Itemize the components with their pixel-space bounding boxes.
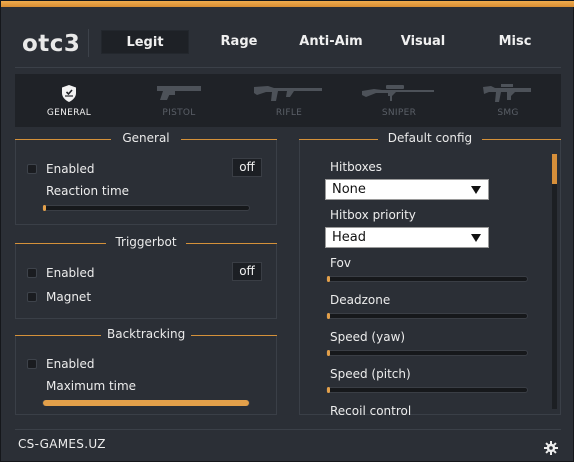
weapon-tab-label: SNIPER (381, 108, 417, 118)
recoil-control-label: Recoil control (330, 404, 412, 418)
magnet-checkbox[interactable] (27, 292, 37, 302)
hitboxes-label: Hitboxes (330, 160, 383, 174)
fov-slider[interactable] (326, 276, 528, 282)
dropdown-arrow-icon (471, 186, 481, 194)
deadzone-label: Deadzone (330, 293, 391, 307)
slider-fill (43, 400, 249, 406)
weapon-tab-general[interactable]: GENERAL (19, 74, 119, 127)
weapon-tab-label: GENERAL (46, 108, 92, 118)
scrollbar-thumb[interactable] (552, 154, 557, 184)
tab-visual[interactable]: Visual (383, 30, 463, 54)
magnet-label: Magnet (46, 290, 92, 304)
sniper-icon (349, 83, 449, 103)
reaction-time-slider[interactable] (42, 205, 250, 211)
hitbox-priority-dropdown[interactable]: Head (325, 227, 489, 248)
group-title: Backtracking (101, 327, 191, 341)
header: otc3 Legit Rage Anti-Aim Visual Misc (1, 7, 573, 67)
hitbox-priority-label: Hitbox priority (330, 208, 416, 222)
triggerbot-group (15, 243, 277, 319)
weapon-tab-pistol[interactable]: PISTOL (129, 74, 229, 127)
group-title: Default config (378, 131, 482, 145)
weapon-tab-sniper[interactable]: SNIPER (349, 74, 449, 127)
weapon-tab-smg[interactable]: SMG (458, 74, 558, 127)
triggerbot-keybind-button[interactable]: off (232, 262, 262, 281)
config-scrollbar[interactable] (552, 154, 557, 409)
shield-icon (19, 83, 119, 103)
triggerbot-enabled-label: Enabled (46, 266, 95, 280)
slider-knob (327, 313, 330, 319)
footer-site-text: CS-GAMES.UZ (18, 437, 106, 451)
group-title: Triggerbot (106, 235, 186, 249)
app-logo: otc3 (22, 31, 81, 57)
smg-icon (458, 83, 558, 103)
weapon-tab-rifle[interactable]: RIFLE (239, 74, 339, 127)
general-group (15, 139, 277, 225)
weapon-tab-label: SMG (497, 108, 519, 118)
pistol-icon (129, 83, 229, 103)
reaction-time-label: Reaction time (46, 184, 130, 198)
speed-yaw-slider[interactable] (326, 350, 528, 356)
gear-icon[interactable] (544, 440, 558, 455)
triggerbot-enabled-checkbox[interactable] (27, 268, 37, 278)
logo-divider (88, 29, 89, 57)
header-divider (15, 67, 561, 68)
rifle-icon (239, 83, 339, 103)
general-keybind-button[interactable]: off (232, 158, 262, 177)
slider-knob (327, 387, 330, 393)
maximum-time-slider[interactable] (42, 400, 250, 406)
speed-yaw-label: Speed (yaw) (330, 330, 406, 344)
backtracking-enabled-checkbox[interactable] (27, 359, 37, 369)
speed-pitch-slider[interactable] (326, 387, 528, 393)
fov-label: Fov (330, 256, 351, 270)
tab-misc[interactable]: Misc (475, 30, 555, 54)
tab-anti-aim[interactable]: Anti-Aim (289, 30, 373, 54)
backtracking-enabled-label: Enabled (46, 357, 95, 371)
dropdown-value: Head (332, 230, 366, 245)
deadzone-slider[interactable] (326, 313, 528, 319)
hitboxes-dropdown[interactable]: None (325, 179, 489, 200)
weapon-tab-label: RIFLE (275, 108, 303, 118)
speed-pitch-label: Speed (pitch) (330, 367, 411, 381)
slider-knob (43, 205, 46, 211)
group-title: General (111, 131, 181, 145)
weapon-tab-label: PISTOL (162, 108, 196, 118)
footer-divider (15, 429, 561, 430)
tab-legit[interactable]: Legit (101, 30, 189, 54)
slider-knob (327, 276, 330, 282)
maximum-time-label: Maximum time (46, 379, 137, 393)
dropdown-arrow-icon (471, 234, 481, 242)
general-enabled-checkbox[interactable] (27, 164, 37, 174)
tab-rage[interactable]: Rage (199, 30, 279, 54)
slider-knob (327, 350, 330, 356)
weapon-tabs: GENERAL PISTOL RIFLE SNIPER SMG (15, 74, 561, 127)
general-enabled-label: Enabled (46, 162, 95, 176)
dropdown-value: None (332, 182, 366, 197)
cheat-menu-window: otc3 Legit Rage Anti-Aim Visual Misc GEN… (0, 0, 574, 462)
